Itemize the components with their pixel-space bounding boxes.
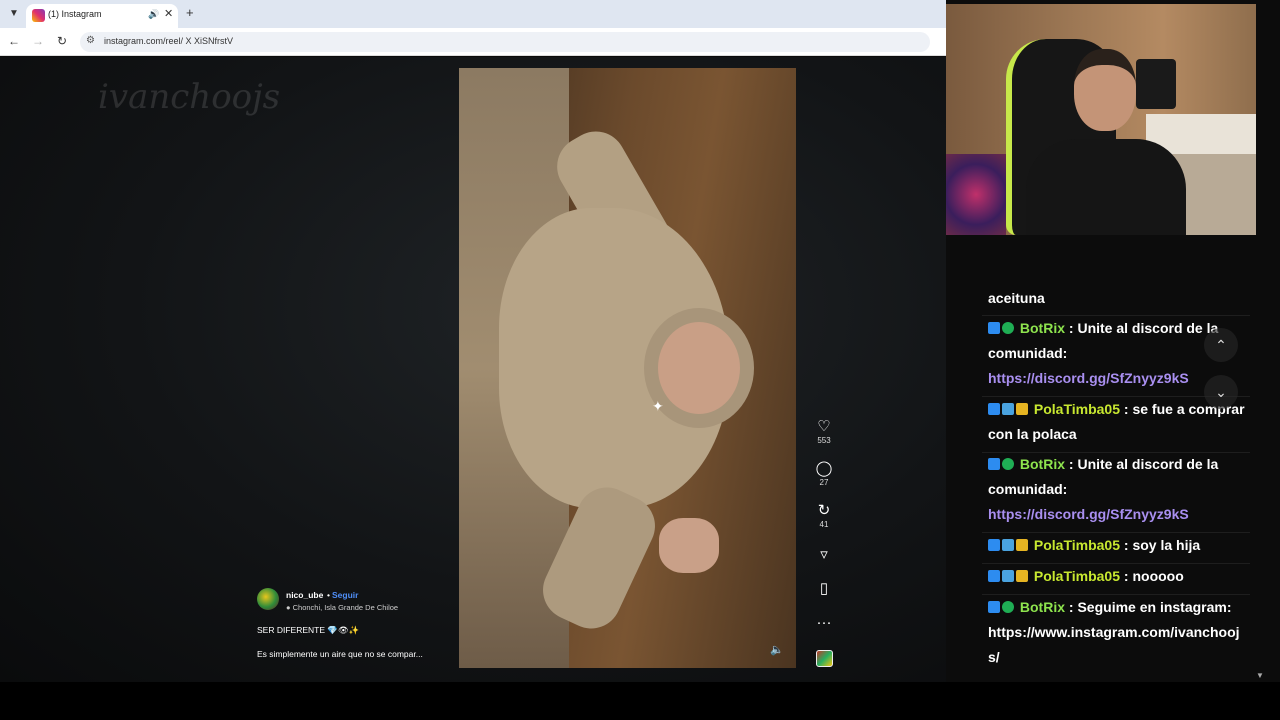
- heart-icon: ♡: [817, 418, 831, 435]
- sub-badge-icon: [1002, 403, 1014, 415]
- chat-message-text: nooooo: [1132, 568, 1184, 584]
- follow-button[interactable]: Seguir: [332, 590, 358, 600]
- send-icon: ▿: [820, 546, 828, 563]
- bot-badge-icon: [988, 403, 1000, 415]
- like-button[interactable]: ♡ 553: [808, 418, 840, 446]
- more-dots-icon: ···: [816, 614, 832, 631]
- screen: ▼ (1) Instagram 🔊 ✕ + ← → ↻ ⚙ instagram.…: [0, 0, 1280, 720]
- chat-message-text: Seguime en instagram:: [1077, 599, 1232, 615]
- reel-video[interactable]: [459, 68, 796, 668]
- bot-badge-icon: [988, 601, 1000, 613]
- bot-badge-icon: [988, 539, 1000, 551]
- caption-text[interactable]: Es simplemente un aire que no se compar.…: [257, 649, 423, 659]
- caption-title: SER DIFERENTE 💎👁✨: [257, 625, 360, 635]
- volume-icon[interactable]: 🔈: [770, 643, 784, 656]
- chat-link[interactable]: https://discord.gg/SfZnyyz9kS: [988, 370, 1189, 386]
- like-count: 553: [817, 436, 831, 445]
- comment-bubble-icon: ◯: [815, 460, 833, 477]
- webcam-feed: [946, 4, 1256, 235]
- scroll-down-button[interactable]: ⌄: [1204, 375, 1238, 409]
- more-options-button[interactable]: ···: [808, 614, 840, 632]
- sub-badge-icon: [1002, 539, 1014, 551]
- bottom-black-bar: [0, 682, 1280, 720]
- scrollbar-down-arrow-icon[interactable]: ▼: [1256, 671, 1264, 680]
- chat-separator: :: [1120, 568, 1133, 584]
- save-button[interactable]: ▯: [808, 580, 840, 598]
- verified-badge-icon: [1002, 601, 1014, 613]
- chat-separator: :: [1065, 599, 1078, 615]
- chat-message: BotRix : Unite al discord de la comunida…: [988, 452, 1250, 527]
- bot-badge-icon: [988, 458, 1000, 470]
- back-arrow-icon[interactable]: ←: [6, 34, 22, 48]
- webcam-person-body: [1026, 139, 1186, 235]
- audio-thumbnail[interactable]: [816, 650, 833, 667]
- webcam-speaker: [1136, 59, 1176, 109]
- bot-badge-icon: [988, 570, 1000, 582]
- bot-badge-icon: [988, 322, 1000, 334]
- bookmark-icon: ▯: [819, 580, 829, 597]
- address-bar[interactable]: ⚙ instagram.com/reel/ X XiSNfrstV: [80, 32, 930, 52]
- url-text[interactable]: instagram.com/reel/ X XiSNfrstV: [104, 36, 233, 46]
- webcam-person-head: [1074, 49, 1136, 131]
- chat-message: PolaTimba05 : soy la hija: [988, 533, 1250, 558]
- speaker-icon[interactable]: 🔊: [148, 9, 159, 20]
- new-tab-button[interactable]: +: [186, 5, 194, 20]
- reload-icon[interactable]: ↻: [54, 34, 70, 48]
- chat-message: aceituna: [988, 286, 1250, 311]
- sub-badge-icon: [1002, 570, 1014, 582]
- chat-message: BotRix : Seguime en instagram: https://w…: [988, 595, 1250, 670]
- chat-username[interactable]: PolaTimba05: [1034, 401, 1120, 417]
- comment-count: 27: [819, 478, 829, 487]
- chat-message-text: soy la hija: [1132, 537, 1201, 553]
- tab-search-chevron-icon[interactable]: ▼: [6, 6, 22, 22]
- divider: [982, 315, 1250, 316]
- location-text: Chonchi, Isla Grande De Chiloe: [292, 603, 399, 612]
- chat-separator: :: [1120, 537, 1133, 553]
- chat-separator: :: [1065, 320, 1078, 336]
- chat-username[interactable]: BotRix: [1020, 456, 1065, 472]
- chevron-down-icon: ⌄: [1215, 384, 1227, 400]
- divider: [982, 563, 1250, 564]
- avatar[interactable]: [257, 588, 279, 610]
- separator-dot: •: [327, 590, 330, 600]
- instagram-favicon-icon: [32, 9, 45, 22]
- chat-link[interactable]: https://discord.gg/SfZnyyz9kS: [988, 506, 1189, 522]
- browser-tab-instagram[interactable]: (1) Instagram 🔊 ✕: [26, 4, 178, 28]
- divider: [982, 452, 1250, 453]
- share-button[interactable]: ▿: [808, 546, 840, 564]
- crown-badge-icon: [1016, 403, 1028, 415]
- chat-message: PolaTimba05 : nooooo: [988, 564, 1250, 589]
- forward-arrow-icon[interactable]: →: [30, 34, 46, 48]
- comment-button[interactable]: ◯ 27: [808, 460, 840, 488]
- mouse-cursor-icon: ✦: [652, 398, 664, 414]
- site-info-icon[interactable]: ⚙: [86, 35, 95, 46]
- chat-message-text: aceituna: [988, 290, 1045, 306]
- verified-badge-icon: [1002, 458, 1014, 470]
- chat-username[interactable]: PolaTimba05: [1034, 537, 1120, 553]
- chat-username[interactable]: PolaTimba05: [1034, 568, 1120, 584]
- repost-button[interactable]: ↻ 41: [808, 502, 840, 530]
- tab-title: (1) Instagram: [48, 9, 102, 19]
- location-link[interactable]: ● Chonchi, Isla Grande De Chiloe: [286, 603, 398, 612]
- crown-badge-icon: [1016, 570, 1028, 582]
- chat-separator: :: [1065, 456, 1078, 472]
- verified-badge-icon: [1002, 322, 1014, 334]
- repost-count: 41: [819, 520, 829, 529]
- divider: [982, 594, 1250, 595]
- video-hand: [659, 518, 719, 573]
- repost-icon: ↻: [817, 502, 831, 519]
- stream-watermark: ivanchoojs: [98, 77, 281, 117]
- webcam-decor: [946, 154, 1006, 235]
- chat-username[interactable]: BotRix: [1020, 320, 1065, 336]
- close-tab-icon[interactable]: ✕: [164, 7, 173, 20]
- chevron-up-icon: ⌃: [1215, 337, 1227, 353]
- chat-username[interactable]: BotRix: [1020, 599, 1065, 615]
- scroll-up-button[interactable]: ⌃: [1204, 328, 1238, 362]
- divider: [982, 532, 1250, 533]
- username-link[interactable]: nico_ube: [286, 590, 323, 600]
- crown-badge-icon: [1016, 539, 1028, 551]
- chat-plain-link: https://www.instagram.com/ivanchoojs/: [988, 624, 1240, 665]
- chat-separator: :: [1120, 401, 1133, 417]
